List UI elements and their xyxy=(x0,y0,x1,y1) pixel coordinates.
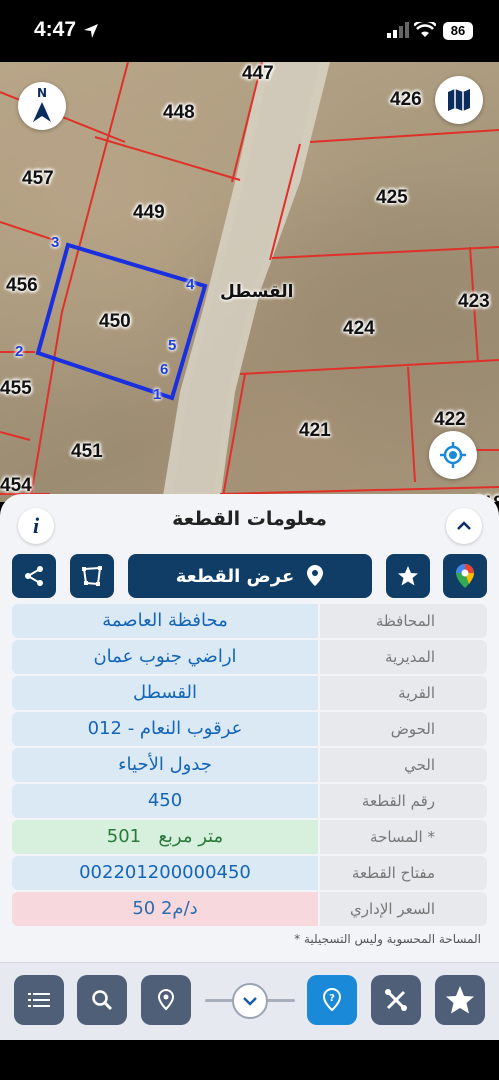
share-button[interactable] xyxy=(12,554,56,598)
list-icon xyxy=(28,993,50,1007)
chevron-down-icon xyxy=(243,997,257,1006)
action-row: عرض القطعة xyxy=(0,554,499,600)
detail-label: القرية xyxy=(320,676,487,710)
vertex-label: 5 xyxy=(168,337,177,354)
favorite-button[interactable] xyxy=(386,554,430,598)
parcel-label[interactable]: 451 xyxy=(71,441,103,463)
map-pin-icon xyxy=(307,565,324,586)
detail-label: السعر الإداري xyxy=(320,892,487,926)
detail-label: مفتاح القطعة xyxy=(320,856,487,890)
detail-row-basin: عرقوب النعام - 012 الحوض xyxy=(12,712,487,746)
bottom-toolbar: ? xyxy=(0,962,499,1040)
detail-label: الحوض xyxy=(320,712,487,746)
parcel-label[interactable]: 423 xyxy=(458,291,490,313)
village-label: القسطل xyxy=(220,282,294,302)
detail-label: المساحة * xyxy=(320,820,487,854)
collapse-button[interactable] xyxy=(446,508,482,544)
status-time: 4:47 xyxy=(34,18,77,41)
detail-row-admin-price: 50 د/م2 السعر الإداري xyxy=(12,892,487,926)
map-layers-button[interactable] xyxy=(435,76,483,124)
help-pin-icon: ? xyxy=(322,987,342,1012)
parcel-label[interactable]: 455 xyxy=(0,378,32,400)
detail-row-district: جدول الأحياء الحي xyxy=(12,748,487,782)
polygon-outline-icon xyxy=(82,566,102,586)
battery-indicator: 86 xyxy=(443,22,473,40)
detail-row-parcel-key: 002201200000450 مفتاح القطعة xyxy=(12,856,487,890)
parcel-label[interactable]: 457 xyxy=(22,168,54,190)
star-icon xyxy=(398,566,418,586)
vertex-label: 6 xyxy=(160,361,169,378)
detail-value: جدول الأحياء xyxy=(12,748,318,782)
share-icon xyxy=(25,566,43,586)
wifi-icon xyxy=(414,22,436,37)
detail-label: المديرية xyxy=(320,640,487,674)
vertex-label: 2 xyxy=(15,343,24,360)
parcel-label[interactable]: 447 xyxy=(242,63,274,85)
parcel-label[interactable]: 450 xyxy=(99,311,131,333)
detail-row-village: القسطل القرية xyxy=(12,676,487,710)
detail-value: 450 xyxy=(12,784,318,818)
area-footnote: * المساحة المحسوبة وليس التسجيلية xyxy=(294,932,481,946)
list-button[interactable] xyxy=(14,975,64,1025)
help-button[interactable]: ? xyxy=(307,975,357,1025)
sheet-title: معلومات القطعة xyxy=(172,508,327,530)
location-button[interactable] xyxy=(141,975,191,1025)
detail-value: اراضي جنوب عمان xyxy=(12,640,318,674)
parcel-label[interactable]: 422 xyxy=(434,409,466,431)
detail-label: المحافظة xyxy=(320,604,487,638)
detail-value: 002201200000450 xyxy=(12,856,318,890)
parcel-label[interactable]: 448 xyxy=(163,102,195,124)
detail-row-directorate: اراضي جنوب عمان المديرية xyxy=(12,640,487,674)
detail-value: عرقوب النعام - 012 xyxy=(12,712,318,746)
parcel-label[interactable]: 456 xyxy=(6,275,38,297)
expand-toolbar-button[interactable] xyxy=(232,983,268,1019)
detail-label: رقم القطعة xyxy=(320,784,487,818)
detail-row-governorate: محافظة العاصمة المحافظة xyxy=(12,604,487,638)
location-arrow-icon xyxy=(84,24,98,38)
parcel-details-table: محافظة العاصمة المحافظة اراضي جنوب عمان … xyxy=(12,604,487,928)
detail-value: 501 متر مربع xyxy=(12,820,318,854)
parcel-info-sheet: i معلومات القطعة عرض القطعة محافظة العاص… xyxy=(0,494,499,1040)
parcel-label[interactable]: 426 xyxy=(390,89,422,111)
detail-value: القسطل xyxy=(12,676,318,710)
cellular-signal-icon xyxy=(387,22,409,38)
parcel-label[interactable]: 425 xyxy=(376,187,408,209)
vertex-label: 1 xyxy=(153,386,162,403)
location-pin-icon xyxy=(157,988,175,1011)
parcel-label[interactable]: 421 xyxy=(299,420,331,442)
google-maps-button[interactable] xyxy=(443,554,487,598)
detail-value: 50 د/م2 xyxy=(12,892,318,926)
chevron-up-icon xyxy=(457,521,471,530)
tools-icon xyxy=(385,989,407,1011)
status-bar: 4:47 86 xyxy=(0,0,499,62)
vertex-label: 4 xyxy=(186,276,195,293)
map-layers-icon xyxy=(448,89,470,111)
tools-button[interactable] xyxy=(371,975,421,1025)
star-badge-button[interactable] xyxy=(435,975,485,1025)
outline-button[interactable] xyxy=(70,554,114,598)
view-parcel-button[interactable]: عرض القطعة xyxy=(128,554,372,598)
search-button[interactable] xyxy=(77,975,127,1025)
locate-icon xyxy=(440,442,466,468)
compass-button[interactable]: N xyxy=(18,82,66,130)
parcel-label[interactable]: 449 xyxy=(133,202,165,224)
search-icon xyxy=(92,990,113,1011)
locate-button[interactable] xyxy=(429,431,477,479)
detail-row-area: 501 متر مربع المساحة * xyxy=(12,820,487,854)
google-maps-icon xyxy=(456,564,474,588)
star-badge-icon xyxy=(446,986,474,1014)
parcel-label[interactable]: 424 xyxy=(343,318,375,340)
detail-row-parcel-number: 450 رقم القطعة xyxy=(12,784,487,818)
detail-value: محافظة العاصمة xyxy=(12,604,318,638)
view-parcel-label: عرض القطعة xyxy=(175,565,295,587)
compass-letter: N xyxy=(36,86,48,100)
home-indicator-area xyxy=(0,1040,499,1080)
detail-label: الحي xyxy=(320,748,487,782)
vertex-label: 3 xyxy=(51,234,60,251)
svg-text:?: ? xyxy=(329,993,335,1004)
map-view[interactable]: N 447 448 426 457 449 425 456 423 450 42… xyxy=(0,62,499,502)
